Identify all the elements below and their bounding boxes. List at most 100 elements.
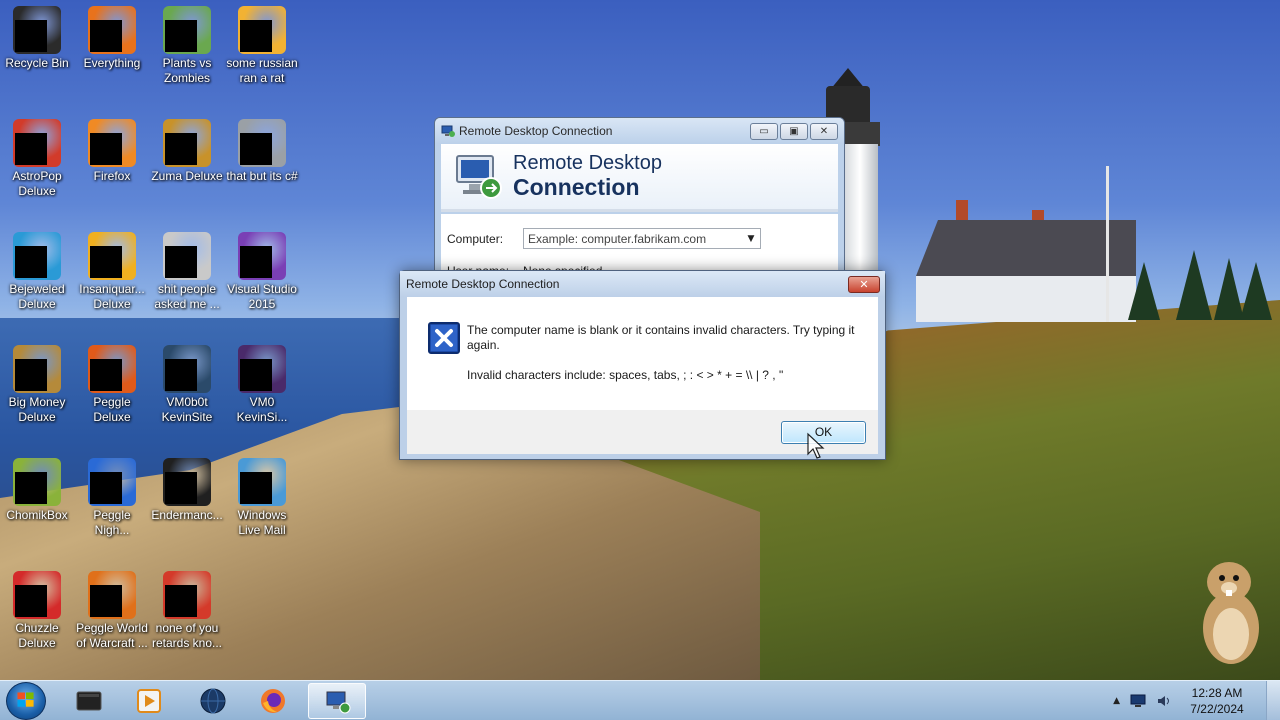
terminal-icon xyxy=(76,691,102,711)
taskbar-item-globe[interactable] xyxy=(184,683,242,719)
error-dialog-title: Remote Desktop Connection xyxy=(406,277,560,291)
brand-line-1: Remote Desktop xyxy=(513,152,662,174)
desktop-icon[interactable]: Chuzzle Deluxe xyxy=(0,565,74,665)
desktop-icon[interactable]: Recycle Bin xyxy=(0,0,74,100)
desktop-icon[interactable]: Firefox xyxy=(75,113,149,213)
desktop-icon-label: Big Money Deluxe xyxy=(8,395,66,424)
rdc-titlebar[interactable]: Remote Desktop Connection ▭ ▣ ✕ xyxy=(435,118,844,144)
desktop-icon[interactable]: Big Money Deluxe xyxy=(0,339,74,439)
invalid-characters-message: Invalid characters include: spaces, tabs… xyxy=(467,368,784,382)
desktop-icon[interactable]: Plants vs Zombies xyxy=(150,0,224,100)
opera-like-icon xyxy=(163,571,211,619)
taskbar-item-remote-desktop[interactable] xyxy=(308,683,366,719)
application-icon xyxy=(238,6,286,54)
terminal-icon xyxy=(163,458,211,506)
bejeweled-icon xyxy=(13,232,61,280)
close-button[interactable]: ✕ xyxy=(810,122,838,140)
desktop-icon[interactable]: none of you retards kno... xyxy=(150,565,224,665)
computer-placeholder: Example: computer.fabrikam.com xyxy=(528,231,707,246)
error-dialog-titlebar[interactable]: Remote Desktop Connection ✕ xyxy=(400,271,885,297)
taskbar-item-terminal[interactable] xyxy=(60,683,118,719)
desktop-icon[interactable]: Insaniquar... Deluxe xyxy=(75,226,149,326)
error-message: The computer name is blank or it contain… xyxy=(467,323,855,352)
desktop-icon-label: Everything xyxy=(83,56,141,70)
desktop-icon-label: Bejeweled Deluxe xyxy=(9,282,65,311)
astropop-icon xyxy=(13,119,61,167)
rdc-body: Computer: Example: computer.fabrikam.com… xyxy=(441,214,838,276)
computer-label: Computer: xyxy=(447,232,504,246)
desktop-icon-label: Visual Studio 2015 xyxy=(227,282,297,311)
desktop-icon-label: Recycle Bin xyxy=(5,56,69,70)
desktop-icon[interactable]: Peggle World of Warcraft ... xyxy=(75,565,149,665)
desktop-icon-label: shit people asked me ... xyxy=(154,282,220,311)
desktop-icon-label: that but its c# xyxy=(226,169,298,183)
everything-icon xyxy=(88,6,136,54)
desktop-icon-label: Windows Live Mail xyxy=(237,508,287,537)
desktop-icon-label: Firefox xyxy=(93,169,131,183)
desktop-icon[interactable]: VM0b0t KevinSite xyxy=(150,339,224,439)
desktop-icon[interactable]: shit people asked me ... xyxy=(150,226,224,326)
desktop-icon[interactable]: that but its c# xyxy=(225,113,299,213)
error-x-icon xyxy=(428,322,460,354)
desktop-icon[interactable]: some russian ran a rat xyxy=(225,0,299,100)
desktop-icon-label: AstroPop Deluxe xyxy=(12,169,62,198)
volume-icon[interactable] xyxy=(1156,694,1172,708)
peggle-nights-icon xyxy=(88,458,136,506)
firefox-icon xyxy=(261,689,285,713)
desktop-icon[interactable]: Peggle Nigh... xyxy=(75,452,149,552)
desktop-icon-label: Plants vs Zombies xyxy=(162,56,212,85)
vm-shortcut-icon xyxy=(238,345,286,393)
brand-line-2: Connection xyxy=(513,174,640,200)
gopher-desktop-pet-icon[interactable] xyxy=(1196,556,1266,666)
insaniquarium-icon xyxy=(88,232,136,280)
wallpaper-tree xyxy=(1214,258,1244,320)
desktop-icon[interactable]: Peggle Deluxe xyxy=(75,339,149,439)
peggle-icon xyxy=(88,345,136,393)
desktop-icon[interactable]: Visual Studio 2015 xyxy=(225,226,299,326)
taskbar-item-media-player[interactable] xyxy=(120,683,178,719)
desktop[interactable]: Recycle Bin Everything Plants vs Zombies so… xyxy=(0,0,1280,680)
maximize-button[interactable]: ▣ xyxy=(780,122,808,140)
wallpaper-flagpole xyxy=(1106,166,1109,322)
plants-vs-zombies-icon xyxy=(163,6,211,54)
desktop-icon[interactable]: Windows Live Mail xyxy=(225,452,299,552)
visual-studio-icon xyxy=(238,232,286,280)
rdc-banner: Remote Desktop Connection xyxy=(441,144,838,212)
chevron-up-icon[interactable]: ▲ xyxy=(1113,696,1120,706)
desktop-icon[interactable]: ChomikBox xyxy=(0,452,74,552)
system-tray: ▲ 12:28 AM 7/22/2024 xyxy=(1113,681,1252,720)
desktop-icon-label: Endermanc... xyxy=(151,508,223,522)
desktop-icon[interactable]: Zuma Deluxe xyxy=(150,113,224,213)
media-player-icon xyxy=(137,689,161,713)
vm-shortcut-icon xyxy=(163,345,211,393)
minimize-button[interactable]: ▭ xyxy=(750,122,778,140)
clock-time: 12:28 AM xyxy=(1191,686,1243,700)
zuma-icon xyxy=(163,119,211,167)
monitor-icon[interactable] xyxy=(1130,694,1146,708)
mouse-cursor-icon xyxy=(807,432,825,459)
desktop-icon[interactable]: VM0 KevinSi... xyxy=(225,339,299,439)
start-button[interactable] xyxy=(6,682,46,720)
clock-date: 7/22/2024 xyxy=(1190,702,1244,716)
chevron-down-icon[interactable]: ▼ xyxy=(742,234,760,244)
desktop-icon-label: Chuzzle Deluxe xyxy=(15,621,59,650)
desktop-icon-label: Peggle Deluxe xyxy=(93,395,131,424)
desktop-icon-label: VM0 KevinSi... xyxy=(236,395,288,424)
clock[interactable]: 12:28 AM 7/22/2024 xyxy=(1182,685,1252,717)
taskbar-item-firefox[interactable] xyxy=(244,683,302,719)
desktop-icon-label: some russian ran a rat xyxy=(226,56,298,85)
desktop-icon-label: Peggle Nigh... xyxy=(93,508,131,537)
taskbar: ▲ 12:28 AM 7/22/2024 xyxy=(0,680,1280,720)
globe-icon xyxy=(200,688,226,714)
desktop-icon[interactable]: Endermanc... xyxy=(150,452,224,552)
desktop-icon[interactable]: AstroPop Deluxe xyxy=(0,113,74,213)
desktop-icon[interactable]: Everything xyxy=(75,0,149,100)
computer-input[interactable]: Example: computer.fabrikam.com ▼ xyxy=(523,228,761,249)
wallpaper-tree xyxy=(1240,262,1272,320)
close-button[interactable]: ✕ xyxy=(848,275,880,293)
desktop-icon[interactable]: Bejeweled Deluxe xyxy=(0,226,74,326)
rdc-main-window[interactable]: Remote Desktop Connection ▭ ▣ ✕ Remote D… xyxy=(434,117,845,277)
recycle-bin-icon xyxy=(13,6,61,54)
error-dialog-content: The computer name is blank or it contain… xyxy=(407,297,878,410)
show-desktop-button[interactable] xyxy=(1266,681,1280,720)
